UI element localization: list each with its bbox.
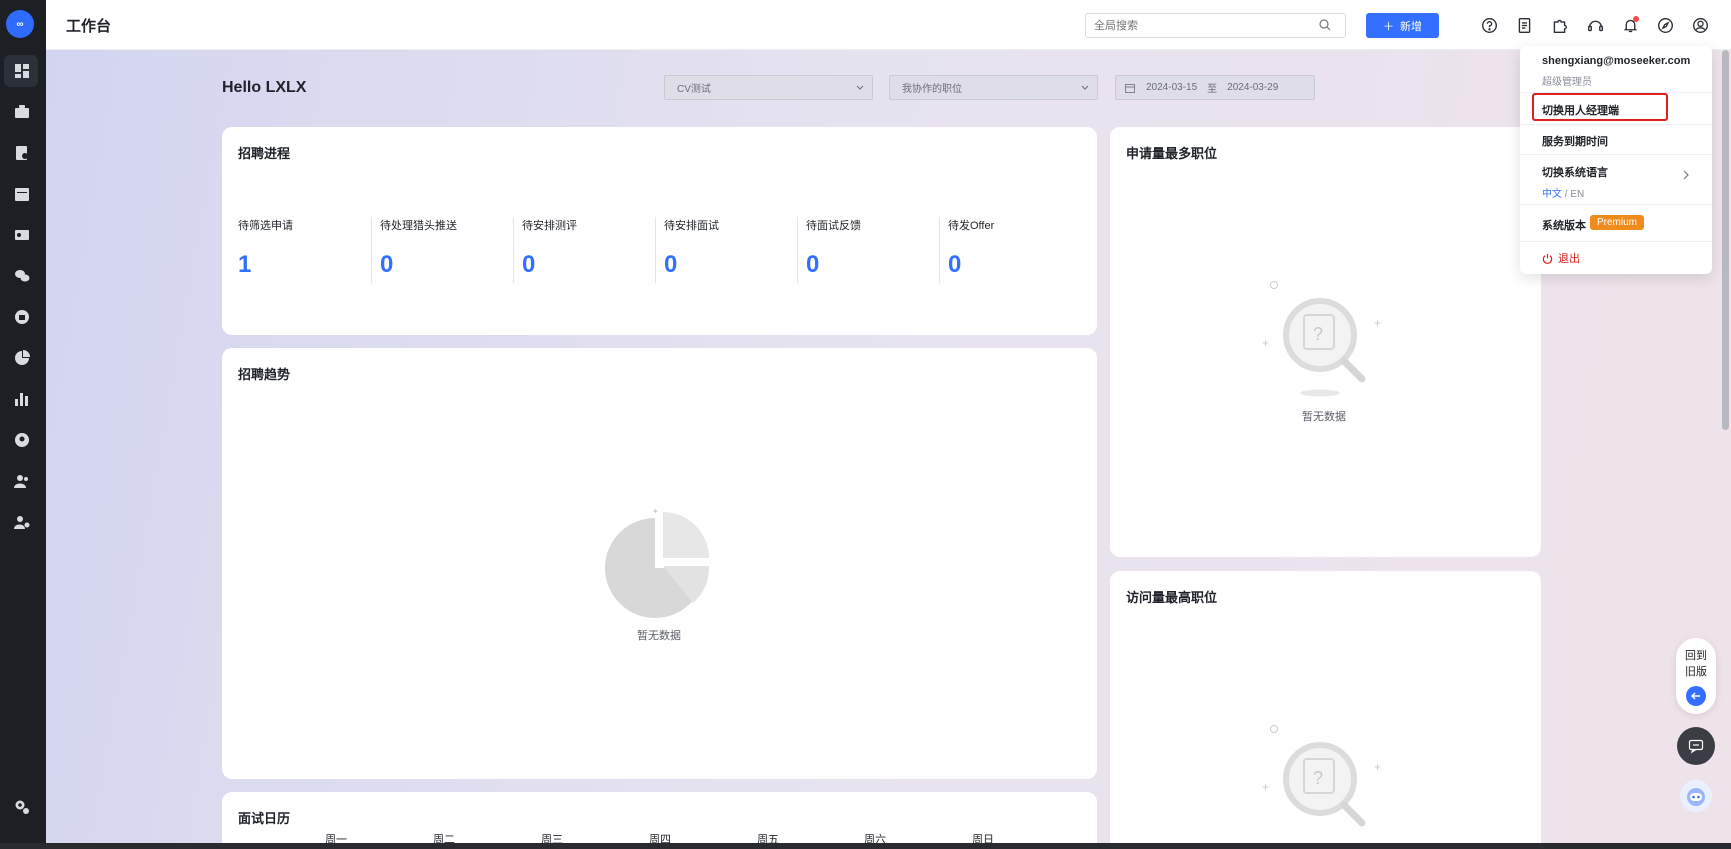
bell-icon[interactable]: [1620, 15, 1640, 35]
global-search-input[interactable]: [1085, 13, 1346, 38]
power-icon: [1542, 253, 1553, 264]
bar-chart-icon[interactable]: [13, 390, 31, 408]
svg-text:?: ?: [1313, 768, 1323, 788]
card-title: 招聘进程: [238, 146, 291, 161]
empty-search-icon: + + ?: [1262, 281, 1381, 397]
compass-icon[interactable]: [1655, 15, 1675, 35]
logout-item[interactable]: 退出: [1542, 250, 1580, 266]
chevron-right-icon: [1683, 170, 1689, 180]
stat-pending-headhunter[interactable]: 待处理猎头推送 0: [371, 217, 522, 292]
divider: [655, 217, 656, 283]
svg-text:+: +: [1262, 780, 1269, 794]
document-icon[interactable]: [1514, 15, 1534, 35]
divider: [1520, 124, 1712, 125]
wechat-icon[interactable]: [13, 267, 31, 285]
most-applied-card: 申请量最多职位 + + ? 暂无数据: [1110, 127, 1541, 557]
calendar-icon[interactable]: [13, 185, 31, 203]
chevron-down-icon: [1081, 85, 1089, 90]
chat-bubble-icon: [1688, 739, 1704, 754]
team-icon[interactable]: [13, 472, 31, 490]
date-end: 2024-03-29: [1227, 82, 1279, 93]
app-logo[interactable]: ∞: [6, 10, 34, 38]
user-dropdown-menu: shengxiang@moseeker.com 超级管理员 切换用人经理端 服务…: [1520, 46, 1712, 274]
search-icon[interactable]: [1319, 19, 1331, 31]
svg-text:+: +: [1374, 760, 1381, 774]
svg-text:+: +: [1262, 336, 1269, 350]
robot-icon: [1687, 788, 1705, 806]
switch-language-item[interactable]: 切换系统语言: [1542, 164, 1608, 180]
dashboard-icon[interactable]: [13, 62, 31, 80]
divider: [1520, 241, 1712, 242]
empty-text: 暂无数据: [1302, 411, 1346, 423]
divider: [797, 217, 798, 283]
svg-text:✦: ✦: [652, 508, 659, 516]
thumb-up-icon[interactable]: [13, 308, 31, 326]
most-visited-card: 访问量最高职位 + + ?: [1110, 571, 1541, 849]
user-role: 超级管理员: [1542, 77, 1592, 88]
id-card-icon[interactable]: [13, 226, 31, 244]
ai-assistant-button[interactable]: [1680, 780, 1712, 812]
divider: [939, 217, 940, 283]
card-title: 访问量最高职位: [1126, 590, 1218, 605]
stat-pending-assessment[interactable]: 待安排测评 0: [513, 217, 664, 292]
user-settings-icon[interactable]: [13, 513, 31, 531]
stat-pending-offer[interactable]: 待发Offer 0: [939, 217, 1090, 292]
recruit-progress-card: 招聘进程 待筛选申请 1 待处理猎头推送 0 待安排测评 0 待安排面试 0 待…: [222, 127, 1097, 335]
system-version-label: 系统版本: [1542, 220, 1586, 232]
bottom-edge: [0, 843, 1731, 849]
puzzle-icon[interactable]: [1549, 15, 1569, 35]
lang-en[interactable]: / EN: [1565, 189, 1584, 200]
card-title: 申请量最多职位: [1126, 146, 1218, 161]
card-title: 面试日历: [238, 811, 291, 826]
divider: [513, 217, 514, 283]
svg-text:✦: ✦: [605, 550, 611, 558]
divider: [371, 217, 372, 283]
help-icon[interactable]: [1479, 15, 1499, 35]
chat-button[interactable]: [1677, 727, 1715, 765]
language-options[interactable]: 中文 / EN: [1542, 185, 1584, 200]
date-range-picker[interactable]: 2024-03-15 至 2024-03-29: [1115, 75, 1315, 100]
svg-text:?: ?: [1313, 324, 1323, 344]
arrow-left-icon: [1686, 686, 1706, 706]
headset-icon[interactable]: [1585, 15, 1605, 35]
highlight-box: [1532, 93, 1668, 121]
briefcase-icon[interactable]: [13, 103, 31, 121]
empty-search-icon: + + ?: [1262, 725, 1381, 827]
resume-search-icon[interactable]: [13, 144, 31, 162]
calendar-icon: [1125, 84, 1135, 93]
position-select[interactable]: 我协作的职位: [889, 75, 1098, 100]
plus-icon: ＋: [1383, 20, 1394, 33]
vertical-scrollbar[interactable]: [1722, 50, 1729, 430]
service-expiry-item[interactable]: 服务到期时间: [1542, 133, 1608, 149]
pie-chart-icon[interactable]: [13, 349, 31, 367]
lang-cn[interactable]: 中文: [1542, 189, 1562, 200]
user-circle-icon[interactable]: [13, 431, 31, 449]
empty-text: 暂无数据: [637, 630, 681, 642]
sidebar: ∞: [0, 0, 46, 849]
page-title: 工作台: [66, 18, 112, 35]
stat-pending-feedback[interactable]: 待面试反馈 0: [797, 217, 948, 292]
date-start: 2024-03-15: [1146, 82, 1198, 93]
cv-select[interactable]: CV测试: [664, 75, 873, 100]
top-header: 工作台 ＋新增: [46, 0, 1731, 50]
divider: [1520, 204, 1712, 205]
premium-badge: Premium: [1590, 215, 1645, 230]
card-title: 招聘趋势: [238, 367, 291, 382]
user-avatar-icon[interactable]: [1690, 15, 1710, 35]
recruit-trend-card: 招聘趋势 ✦ ✦ 暂无数据: [222, 348, 1097, 779]
back-to-old-version-button[interactable]: 回到旧版: [1676, 638, 1716, 714]
stat-pending-interview[interactable]: 待安排面试 0: [655, 217, 806, 292]
settings-icon[interactable]: [13, 798, 31, 816]
greeting: Hello LXLX: [222, 79, 307, 96]
chevron-down-icon: [856, 85, 864, 90]
empty-pie-icon: ✦ ✦: [605, 508, 710, 618]
stat-pending-screen[interactable]: 待筛选申请 1: [238, 217, 380, 292]
date-separator: 至: [1207, 84, 1218, 95]
svg-text:+: +: [1374, 316, 1381, 330]
notification-dot: [1633, 16, 1639, 22]
user-email: shengxiang@moseeker.com: [1542, 55, 1691, 67]
divider: [1520, 154, 1712, 155]
new-button[interactable]: ＋新增: [1366, 13, 1439, 38]
